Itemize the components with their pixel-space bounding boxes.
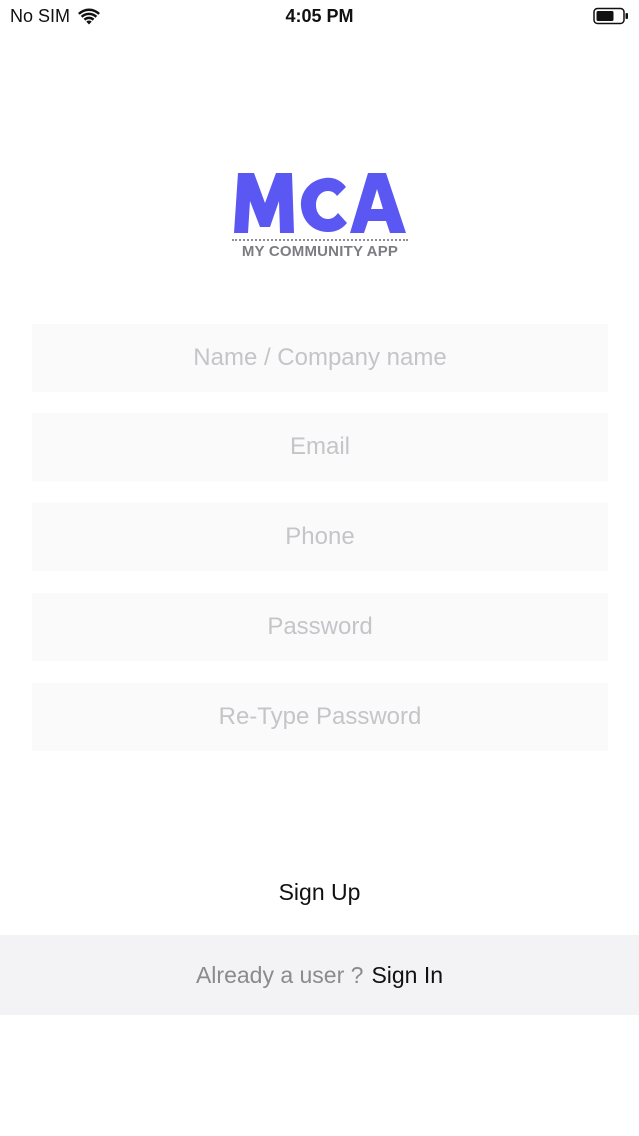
logo-divider (232, 239, 408, 241)
signup-button[interactable]: Sign Up (0, 866, 639, 918)
phone-field[interactable] (32, 503, 608, 571)
retype-password-field[interactable] (32, 683, 608, 751)
status-time: 4:05 PM (285, 6, 354, 26)
app-logo: MY COMMUNITY APP (228, 165, 412, 265)
signin-link[interactable]: Sign In (371, 962, 443, 989)
signin-bar: Already a user ? Sign In (0, 935, 639, 1015)
status-bar: No SIM 4:05 PM (0, 0, 639, 34)
signin-prompt: Already a user ? (195, 961, 364, 988)
mca-logo-mark (234, 173, 406, 233)
name-field[interactable] (32, 324, 608, 392)
email-field[interactable] (32, 413, 608, 481)
battery-icon (593, 7, 628, 25)
logo-tagline: MY COMMUNITY APP (241, 243, 399, 260)
password-field[interactable] (32, 593, 608, 661)
